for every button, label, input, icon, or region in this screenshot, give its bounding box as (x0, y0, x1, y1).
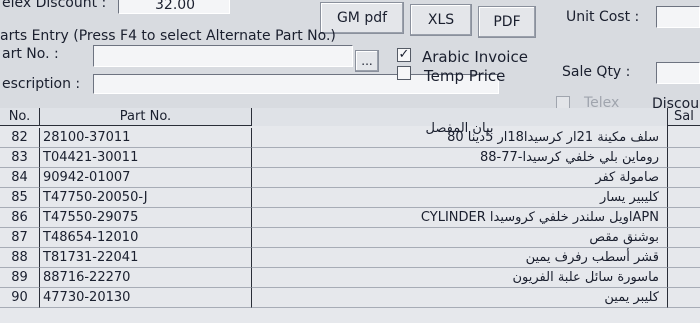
row-sale (668, 168, 700, 188)
discount-label: elex Discount : (2, 0, 107, 11)
temp-price-checkbox[interactable] (397, 66, 411, 80)
row-sale (668, 128, 700, 148)
row-no: 87 (0, 228, 40, 248)
column-header-part-no[interactable]: Part No. (40, 108, 252, 126)
table-row[interactable]: 85 T47750-20050-J كليبير يسار (0, 188, 700, 208)
row-part-no: T48654-12010 (40, 228, 252, 248)
row-description: APNاويل سلندر خلفي كروسيدا CYLINDER (252, 208, 668, 228)
row-no: 83 (0, 148, 40, 168)
arabic-invoice-label: Arabic Invoice (422, 48, 528, 66)
parts-grid[interactable]: No. Part No. Sal بيان المفصل 82 28100-37… (0, 108, 700, 323)
grid-empty-area (0, 308, 700, 323)
part-no-label: art No. : (2, 46, 59, 62)
table-row[interactable]: 83 T04421-30011 روماين بلي خلفي كرسيدا-7… (0, 148, 700, 168)
table-row[interactable]: 84 90942-01007 صامولة كفر (0, 168, 700, 188)
row-description: بوشنق مقص (252, 228, 668, 248)
row-sale (668, 228, 700, 248)
description-label: escription : (2, 76, 81, 92)
table-row[interactable]: 87 T48654-12010 بوشنق مقص (0, 228, 700, 248)
row-description: صامولة كفر (252, 168, 668, 188)
row-description: كليبير يسار (252, 188, 668, 208)
pdf-button[interactable]: PDF (478, 6, 536, 38)
row-description: سلف مكينة 21ار كرسيدا18ار 5دينا 80 (252, 128, 668, 148)
row-sale (668, 268, 700, 288)
unit-cost-field[interactable] (656, 6, 700, 28)
row-sale (668, 208, 700, 228)
table-row[interactable]: 88 T81731-22041 قشر أسطب رفرف يمين (0, 248, 700, 268)
column-header-no[interactable]: No. (0, 108, 40, 126)
row-sale (668, 148, 700, 168)
row-part-no: 47730-20130 (40, 288, 252, 308)
row-part-no: T81731-22041 (40, 248, 252, 268)
unit-cost-label: Unit Cost : (566, 9, 640, 25)
table-row[interactable]: 89 88716-22270 ماسورة سائل علبة الفريون (0, 268, 700, 288)
row-no: 85 (0, 188, 40, 208)
row-part-no: 28100-37011 (40, 128, 252, 148)
xls-button[interactable]: XLS (410, 4, 472, 36)
row-no: 84 (0, 168, 40, 188)
row-description: ماسورة سائل علبة الفريون (252, 268, 668, 288)
row-part-no: 90942-01007 (40, 168, 252, 188)
table-row[interactable]: 82 28100-37011 سلف مكينة 21ار كرسيدا18ار… (0, 128, 700, 148)
table-row[interactable]: 90 47730-20130 كليبر يمين (0, 288, 700, 308)
temp-price-label: Temp Price (424, 67, 506, 85)
row-sale (668, 288, 700, 308)
row-description: روماين بلي خلفي كرسيدا-77-88 (252, 148, 668, 168)
table-row[interactable]: 86 T47550-29075 APNاويل سلندر خلفي كروسي… (0, 208, 700, 228)
row-part-no: 88716-22270 (40, 268, 252, 288)
column-header-sale[interactable]: Sal (668, 108, 700, 126)
parts-entry-hint: arts Entry (Press F4 to select Alternate… (0, 28, 336, 44)
row-no: 88 (0, 248, 40, 268)
row-description: كليبر يمين (252, 288, 668, 308)
row-no: 90 (0, 288, 40, 308)
row-sale (668, 248, 700, 268)
row-no: 86 (0, 208, 40, 228)
row-part-no: T04421-30011 (40, 148, 252, 168)
row-part-no: T47550-29075 (40, 208, 252, 228)
sale-qty-field[interactable] (656, 62, 700, 84)
part-lookup-button[interactable]: ... (355, 50, 379, 72)
row-no: 82 (0, 128, 40, 148)
arabic-invoice-checkbox[interactable]: ✓ (397, 48, 411, 62)
discount-field[interactable]: 32.00 (118, 0, 230, 14)
row-description: قشر أسطب رفرف يمين (252, 248, 668, 268)
row-part-no: T47750-20050-J (40, 188, 252, 208)
row-no: 89 (0, 268, 40, 288)
part-no-field[interactable] (93, 45, 353, 67)
sale-qty-label: Sale Qty : (562, 64, 631, 80)
row-sale (668, 188, 700, 208)
